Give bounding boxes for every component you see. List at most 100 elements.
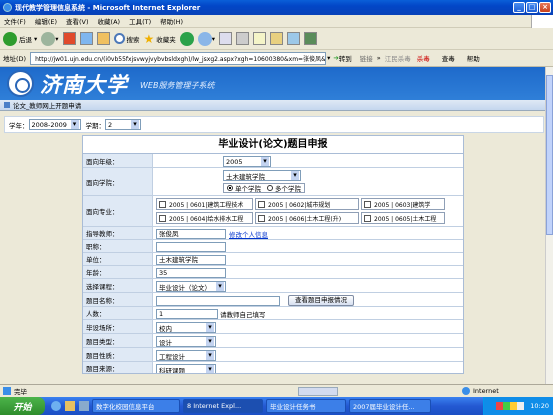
minimize-button[interactable]: _	[513, 2, 525, 13]
mail-button[interactable]	[219, 30, 233, 48]
place-row: 毕设场所： 校内	[83, 320, 463, 334]
menu-tools[interactable]: 工具(T)	[129, 16, 151, 26]
print-button[interactable]	[236, 30, 250, 48]
stop-button[interactable]	[62, 30, 76, 48]
checkbox[interactable]	[258, 214, 265, 222]
breadcrumb: 论文_教师网上开题申请	[0, 100, 545, 111]
major-option[interactable]: 2005 | 0606|土木工程(升)	[255, 212, 359, 224]
messenger-button[interactable]	[287, 30, 301, 48]
favorites-button[interactable]: ★ 收藏夹	[144, 30, 176, 48]
source-select[interactable]: 科研课题	[156, 364, 216, 373]
security-zone: Internet	[462, 387, 499, 395]
age-row: 年龄： 35	[83, 266, 463, 279]
major-option[interactable]: 2005 | 0603|建筑学	[361, 198, 445, 210]
task-item[interactable]: 2007届毕业设计任...	[349, 399, 431, 413]
maximize-button[interactable]: □	[526, 2, 538, 13]
grade-row: 面向年级： 2005	[83, 154, 463, 168]
nature-select[interactable]: 工程设计	[156, 350, 216, 361]
discuss-button[interactable]	[270, 30, 284, 48]
globe-icon	[462, 387, 470, 395]
windows-logo-icon	[531, 15, 553, 28]
major-option[interactable]: 2005 | 0605|土木工程	[361, 212, 445, 224]
research-button[interactable]	[304, 30, 318, 48]
toolbar-ext-1[interactable]: 江民杀毒	[385, 53, 411, 63]
close-button[interactable]: ×	[539, 2, 551, 13]
university-logo	[7, 70, 34, 97]
toolbar-ext-2[interactable]: 杀毒	[417, 53, 430, 63]
toolbar-ext-4[interactable]: 帮助	[467, 53, 480, 63]
address-bar: 地址(D) http://jw01.ujn.edu.cn/(i0vb55fxjs…	[0, 50, 553, 67]
checkbox[interactable]	[364, 214, 371, 222]
advisor-field[interactable]: 张俊凤	[156, 229, 226, 239]
home-icon	[96, 32, 110, 45]
menu-help[interactable]: 帮助(H)	[160, 16, 183, 26]
task-item[interactable]: 数字化校园信息平台	[92, 399, 180, 413]
topic-name-field[interactable]	[156, 295, 280, 306]
menu-edit[interactable]: 编辑(E)	[35, 16, 57, 26]
year-label: 学年：	[9, 121, 29, 130]
forward-arrow-icon	[41, 31, 56, 46]
title-row: 职称：	[83, 240, 463, 253]
course-select[interactable]: 毕业设计（论文）	[156, 281, 226, 292]
search-icon	[113, 33, 125, 44]
home-button[interactable]	[96, 30, 110, 48]
task-item[interactable]: 毕业设计任务书	[266, 399, 346, 413]
checkbox[interactable]	[159, 200, 166, 208]
menu-file[interactable]: 文件(F)	[4, 16, 26, 26]
menu-favorites[interactable]: 收藏(A)	[98, 16, 121, 26]
page-done-icon	[3, 387, 11, 395]
view-topic-status-button[interactable]: 查看题目申报情况	[288, 295, 354, 306]
quicklaunch-media-icon[interactable]	[79, 401, 89, 411]
major-option[interactable]: 2005 | 0601|建筑工程技术	[156, 198, 253, 210]
tray-icons[interactable]	[496, 402, 525, 410]
back-button[interactable]: 后退 ▾	[3, 30, 37, 48]
student-count-field[interactable]: 1	[156, 309, 218, 319]
menu-bar: 文件(F) 编辑(E) 查看(V) 收藏(A) 工具(T) 帮助(H)	[0, 15, 553, 28]
type-select[interactable]: 设计	[156, 336, 216, 347]
quicklaunch-desktop-icon[interactable]	[65, 401, 75, 411]
toolbar-ext-3[interactable]: 查毒	[442, 53, 455, 63]
menu-view[interactable]: 查看(V)	[66, 16, 89, 26]
edit-button[interactable]	[253, 30, 267, 48]
media-button[interactable]	[179, 30, 194, 48]
checkbox[interactable]	[364, 200, 371, 208]
grade-select[interactable]: 2005	[223, 156, 271, 167]
topic-application-form: 毕业设计(论文)题目申报 面向年级： 2005 面向学院： 土木建筑学院 单个学…	[82, 135, 464, 374]
search-button[interactable]: 搜索	[113, 30, 140, 48]
quicklaunch-ie-icon[interactable]	[51, 401, 61, 411]
edit-profile-link[interactable]: 修改个人信息	[229, 229, 268, 239]
forward-button[interactable]: ▾	[41, 30, 59, 48]
address-input[interactable]: http://jw01.ujn.edu.cn/(i0vb55fxjsvwyjvy…	[30, 51, 327, 65]
checkbox[interactable]	[159, 214, 166, 222]
unit-field[interactable]: 土木建筑学院	[156, 255, 226, 265]
mail-icon	[219, 32, 233, 45]
term-label: 学期：	[85, 121, 106, 130]
zoom-control[interactable]	[298, 387, 338, 396]
place-select[interactable]: 校内	[156, 322, 216, 333]
refresh-button[interactable]	[79, 30, 93, 48]
address-dropdown[interactable]: ▾	[327, 54, 330, 62]
count-hint: 请教师自己填写	[220, 311, 266, 319]
radio-multi[interactable]	[267, 185, 273, 191]
term-select[interactable]: 2	[105, 119, 141, 130]
job-title-field[interactable]	[156, 242, 226, 252]
year-select[interactable]: 2008-2009	[28, 119, 81, 130]
age-field[interactable]: 35	[156, 268, 226, 278]
start-button[interactable]: 开始	[0, 397, 45, 415]
edit-icon	[253, 32, 267, 45]
major-option[interactable]: 2005 | 0602|城市规划	[255, 198, 359, 210]
checkbox[interactable]	[258, 200, 265, 208]
task-item[interactable]: 8 Internet Expl...	[183, 399, 263, 413]
page-scrollbar[interactable]	[545, 67, 553, 384]
college-select[interactable]: 土木建筑学院	[223, 170, 301, 181]
history-button[interactable]: ▾	[197, 30, 215, 48]
go-button[interactable]: ➔ 转到	[333, 53, 351, 63]
media-icon	[179, 31, 194, 46]
radio-single[interactable]	[227, 185, 233, 191]
count-row: 人数： 1 请教师自己填写	[83, 307, 463, 320]
major-option[interactable]: 2005 | 0604|给水排水工程	[156, 212, 253, 224]
links-label[interactable]: 链接	[360, 53, 373, 63]
form-title: 毕业设计(论文)题目申报	[83, 136, 463, 154]
links-chevron[interactable]: »	[377, 54, 381, 62]
scrollbar-thumb[interactable]	[546, 75, 553, 235]
